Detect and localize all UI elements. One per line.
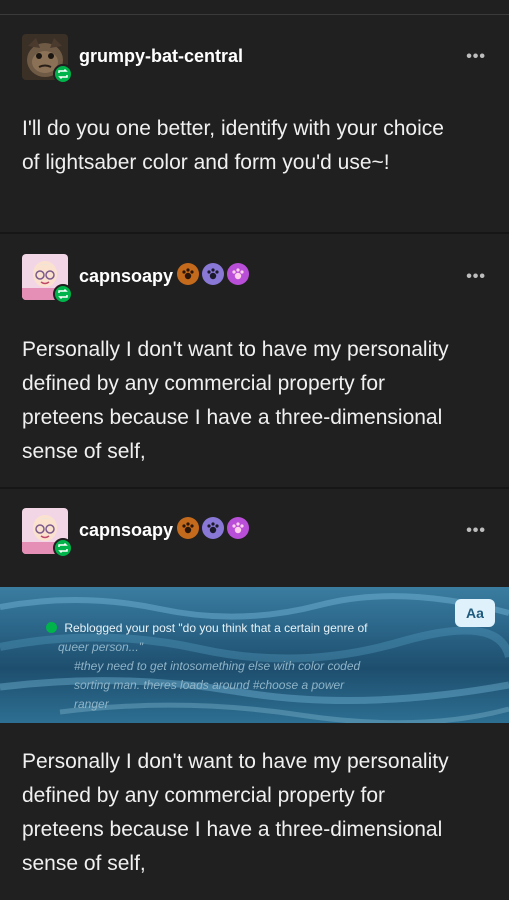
paw-badge-icon[interactable] (227, 517, 249, 539)
paw-badge-icon[interactable] (202, 263, 224, 285)
post-text-2: Personally I don't want to have my perso… (22, 338, 449, 463)
badge-row (177, 263, 249, 285)
username[interactable]: grumpy-bat-central (79, 46, 243, 67)
quoted-screenshot-image[interactable]: Aa Reblogged your post "do you think tha… (0, 587, 509, 723)
paw-badge-icon[interactable] (227, 263, 249, 285)
text-size-button[interactable]: Aa (455, 599, 495, 627)
quote-line-2: queer person..." (58, 640, 143, 654)
paw-badge-icon[interactable] (177, 263, 199, 285)
post-divider (0, 232, 509, 234)
paw-badge-icon[interactable] (202, 517, 224, 539)
post-header-1: grumpy-bat-central ••• (22, 34, 492, 84)
reblog-icon (53, 284, 73, 304)
reblog-icon (53, 538, 73, 558)
post-text-3: Personally I don't want to have my perso… (22, 750, 449, 875)
more-options-icon[interactable]: ••• (466, 268, 486, 286)
quote-line-1: Reblogged your post "do you think that a… (64, 621, 368, 635)
username[interactable]: capnsoapy (79, 520, 173, 541)
post-divider (0, 487, 509, 489)
badge-row (177, 517, 249, 539)
quote-line-4: sorting man. theres loads around #choose… (74, 678, 345, 692)
post-text-1: I'll do you one better, identify with yo… (22, 117, 444, 174)
post-header-3: capnsoapy ••• (22, 508, 492, 558)
quote-line-5: ranger (74, 697, 109, 711)
top-divider (0, 14, 509, 15)
reblog-icon (46, 622, 57, 633)
username[interactable]: capnsoapy (79, 266, 173, 287)
reblog-icon (53, 64, 73, 84)
quoted-text: Reblogged your post "do you think that a… (46, 619, 426, 714)
more-options-icon[interactable]: ••• (466, 48, 486, 66)
more-options-icon[interactable]: ••• (466, 522, 486, 540)
quote-line-3: #they need to get intosomething else wit… (74, 659, 361, 673)
paw-badge-icon[interactable] (177, 517, 199, 539)
post-header-2: capnsoapy ••• (22, 254, 492, 304)
